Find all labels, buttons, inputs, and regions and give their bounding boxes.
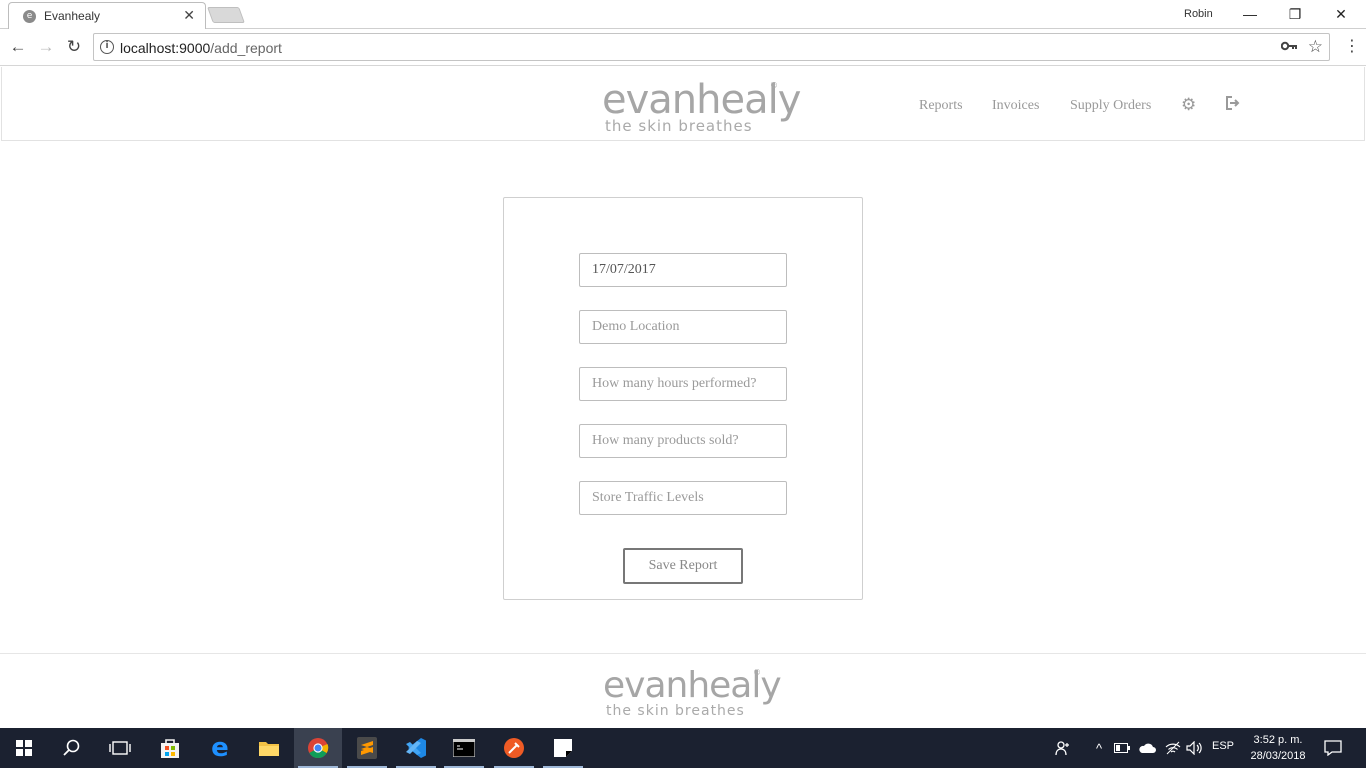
browser-tab[interactable]: e Evanhealy ✕ xyxy=(8,2,206,30)
nav-reports-link[interactable]: Reports xyxy=(919,98,963,114)
url-text[interactable]: localhost:9000/add_report xyxy=(120,40,282,56)
profile-name[interactable]: Robin xyxy=(1184,8,1213,20)
footer-logo-registered-mark: ® xyxy=(753,668,761,677)
search-icon[interactable] xyxy=(48,728,96,768)
settings-gear-icon[interactable]: ⚙ xyxy=(1181,95,1196,115)
nav-supply-orders-link[interactable]: Supply Orders xyxy=(1070,98,1151,114)
task-view-icon[interactable] xyxy=(96,728,144,768)
products-sold-field[interactable] xyxy=(579,424,787,458)
restore-icon[interactable]: ❐ xyxy=(1272,0,1318,29)
nav-invoices-link[interactable]: Invoices xyxy=(992,98,1039,114)
vscode-icon[interactable] xyxy=(392,728,440,768)
minimize-icon[interactable]: — xyxy=(1227,0,1273,29)
favicon-icon: e xyxy=(23,10,36,23)
window-close-icon[interactable]: ✕ xyxy=(1318,0,1364,29)
forward-arrow-icon[interactable]: → xyxy=(36,37,56,57)
site-header: evanhealy the skin breathes ® Reports In… xyxy=(1,67,1365,141)
logout-icon[interactable] xyxy=(1225,96,1241,115)
edge-browser-icon[interactable]: e xyxy=(196,728,244,768)
bookmark-star-icon[interactable]: ☆ xyxy=(1308,37,1323,57)
browser-tabstrip: e Evanhealy ✕ Robin — ❐ ✕ xyxy=(0,0,1366,30)
sublime-text-icon[interactable] xyxy=(343,728,391,768)
site-info-icon[interactable]: i xyxy=(100,40,114,54)
page-content: evanhealy the skin breathes ® Reports In… xyxy=(0,67,1366,728)
battery-icon[interactable] xyxy=(1112,728,1132,768)
onedrive-cloud-icon[interactable] xyxy=(1136,728,1158,768)
clock-date: 28/03/2018 xyxy=(1250,750,1306,762)
store-traffic-field[interactable] xyxy=(579,481,787,515)
header-logo[interactable]: evanhealy the skin breathes ® xyxy=(602,80,801,134)
action-center-icon[interactable] xyxy=(1320,728,1346,768)
browser-toolbar: ← → ↻ i localhost:9000/add_report ☆ ⋮ xyxy=(0,29,1366,66)
tab-close-icon[interactable]: ✕ xyxy=(183,8,195,22)
taskbar-clock[interactable]: 3:52 p. m. 28/03/2018 xyxy=(1240,732,1316,764)
language-indicator[interactable]: ESP xyxy=(1212,740,1234,752)
hours-performed-field[interactable] xyxy=(579,367,787,401)
windows-taskbar: e ^ ESP 3:52 p. m. 28/03/2018 xyxy=(0,728,1366,768)
save-report-button[interactable]: Save Report xyxy=(623,548,743,584)
tab-title: Evanhealy xyxy=(44,9,101,23)
address-bar[interactable]: i localhost:9000/add_report ☆ xyxy=(93,33,1330,61)
key-icon[interactable] xyxy=(1280,38,1297,54)
people-icon[interactable] xyxy=(1052,728,1074,768)
url-path: /add_report xyxy=(210,40,282,56)
volume-icon[interactable] xyxy=(1184,728,1206,768)
back-arrow-icon[interactable]: ← xyxy=(8,37,28,57)
new-tab-button[interactable] xyxy=(207,7,245,23)
footer-divider xyxy=(0,653,1366,654)
sticky-notes-icon[interactable] xyxy=(539,728,587,768)
wifi-icon[interactable] xyxy=(1162,728,1184,768)
url-host: localhost:9000 xyxy=(120,40,211,56)
file-explorer-icon[interactable] xyxy=(245,728,293,768)
reload-icon[interactable]: ↻ xyxy=(64,37,84,57)
add-report-form: Save Report xyxy=(503,197,863,600)
demo-location-field[interactable] xyxy=(579,310,787,344)
logo-registered-mark: ® xyxy=(770,81,778,90)
report-date-field[interactable] xyxy=(579,253,787,287)
chrome-icon[interactable] xyxy=(294,728,342,768)
windows-start-icon[interactable] xyxy=(0,728,48,768)
footer-logo-tagline: the skin breathes xyxy=(606,703,745,719)
clock-time: 3:52 p. m. xyxy=(1253,734,1303,746)
postman-icon[interactable] xyxy=(490,728,538,768)
browser-menu-icon[interactable]: ⋮ xyxy=(1344,37,1360,57)
footer-logo: evanhealy the skin breathes ® xyxy=(603,668,782,719)
store-icon[interactable] xyxy=(146,728,194,768)
terminal-icon[interactable] xyxy=(440,728,488,768)
chevron-up-icon[interactable]: ^ xyxy=(1090,728,1108,768)
